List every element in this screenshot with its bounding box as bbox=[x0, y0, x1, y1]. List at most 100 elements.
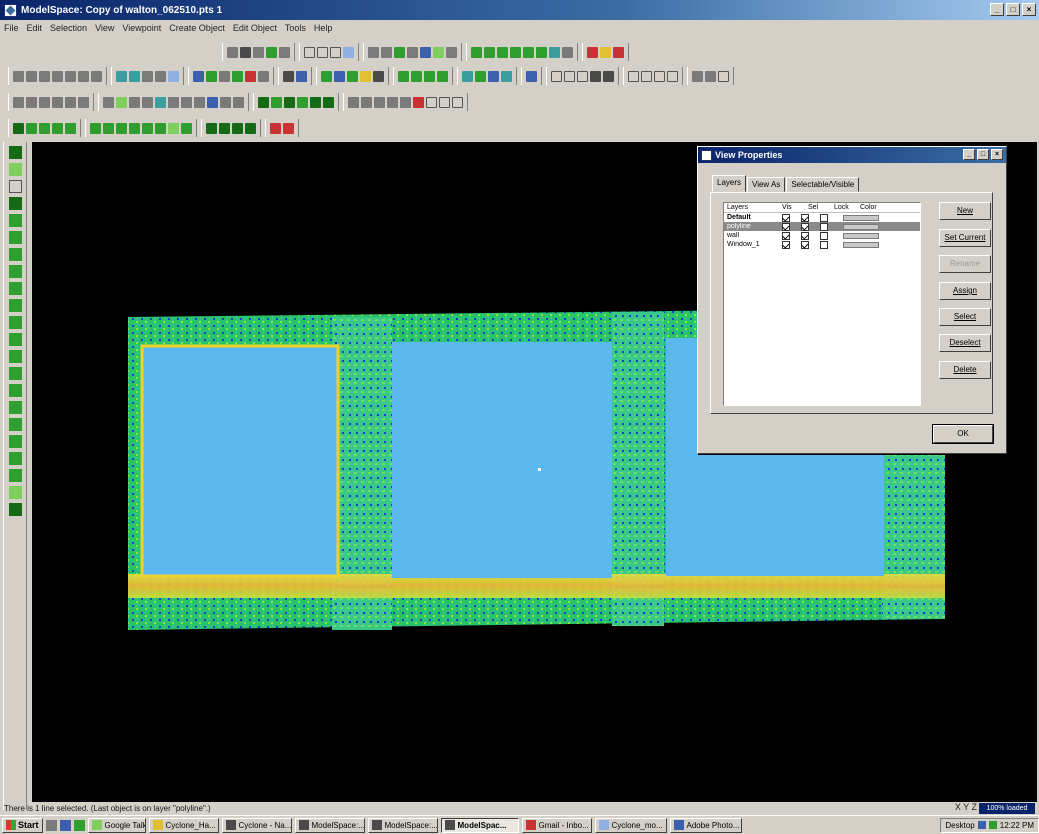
toolbar-icon[interactable] bbox=[279, 46, 290, 58]
task-button[interactable]: Cyclone_mo... bbox=[594, 817, 667, 833]
draw-tool-icon[interactable] bbox=[8, 146, 22, 159]
quicklaunch-icon[interactable] bbox=[59, 819, 71, 831]
toolbar-icon[interactable] bbox=[411, 70, 422, 82]
select-button[interactable]: Select bbox=[939, 308, 991, 326]
quicklaunch-icon[interactable] bbox=[45, 819, 57, 831]
toolbar-icon[interactable] bbox=[398, 70, 409, 82]
toolbar-icon[interactable] bbox=[65, 70, 76, 82]
toolbar-icon[interactable] bbox=[523, 46, 534, 58]
toolbar-icon[interactable] bbox=[368, 46, 379, 58]
selectable-checkbox[interactable] bbox=[801, 222, 809, 231]
layer-list[interactable]: Layers Vis Sel Lock Color Default polyli… bbox=[723, 202, 921, 406]
layer-color-swatch[interactable] bbox=[843, 214, 879, 221]
selectable-checkbox[interactable] bbox=[801, 231, 809, 240]
draw-tool-icon[interactable] bbox=[8, 231, 22, 244]
layer-row[interactable]: Default bbox=[724, 213, 920, 222]
rename-button[interactable]: Rename bbox=[939, 255, 991, 273]
draw-tool-icon[interactable] bbox=[8, 265, 22, 278]
dialog-minimize-button[interactable]: _ bbox=[963, 149, 975, 160]
toolbar-icon[interactable] bbox=[39, 70, 50, 82]
menu-edit-object[interactable]: Edit Object bbox=[233, 23, 277, 33]
toolbar-icon[interactable] bbox=[206, 70, 217, 82]
task-button[interactable]: ModelSpac... bbox=[440, 817, 519, 833]
draw-tool-icon[interactable] bbox=[8, 486, 22, 499]
col-sel[interactable]: Sel bbox=[806, 204, 832, 211]
draw-tool-icon[interactable] bbox=[8, 469, 22, 482]
toolbar-icon[interactable] bbox=[219, 70, 230, 82]
visible-checkbox[interactable] bbox=[782, 213, 790, 222]
toolbar-icon[interactable] bbox=[232, 70, 243, 82]
toolbar-icon[interactable] bbox=[283, 70, 294, 82]
toolbar-icon[interactable] bbox=[253, 46, 264, 58]
toolbar-icon[interactable] bbox=[207, 96, 218, 108]
selectable-checkbox[interactable] bbox=[801, 213, 809, 222]
toolbar-icon[interactable] bbox=[590, 70, 601, 82]
dialog-titlebar[interactable]: View Properties _ □ × bbox=[698, 147, 1006, 163]
toolbar-icon[interactable] bbox=[26, 122, 37, 134]
layer-color-swatch[interactable] bbox=[843, 223, 879, 230]
draw-tool-icon[interactable] bbox=[8, 418, 22, 431]
toolbar-icon[interactable] bbox=[13, 96, 24, 108]
toolbar-icon[interactable] bbox=[142, 70, 153, 82]
tab-view-as[interactable]: View As bbox=[747, 177, 786, 192]
toolbar-icon[interactable] bbox=[488, 70, 499, 82]
task-button[interactable]: Cyclone - Na... bbox=[221, 817, 292, 833]
toolbar-icon[interactable] bbox=[446, 46, 457, 58]
draw-tool-icon[interactable] bbox=[8, 503, 22, 516]
lock-checkbox[interactable] bbox=[820, 222, 828, 231]
draw-tool-icon[interactable] bbox=[8, 163, 22, 176]
toolbar-icon[interactable] bbox=[258, 96, 269, 108]
toolbar-icon[interactable] bbox=[310, 96, 321, 108]
start-button[interactable]: Start bbox=[2, 817, 43, 833]
toolbar-icon[interactable] bbox=[52, 70, 63, 82]
toolbar-icon[interactable] bbox=[13, 70, 24, 82]
menu-selection[interactable]: Selection bbox=[50, 23, 87, 33]
col-lock[interactable]: Lock bbox=[832, 204, 858, 211]
toolbar-icon[interactable] bbox=[628, 70, 639, 82]
dialog-close-button[interactable]: × bbox=[991, 149, 1003, 160]
col-layers[interactable]: Layers bbox=[724, 204, 780, 211]
toolbar-icon[interactable] bbox=[90, 122, 101, 134]
draw-tool-icon[interactable] bbox=[8, 367, 22, 380]
move-icon[interactable] bbox=[603, 70, 614, 82]
toolbar-icon[interactable] bbox=[330, 46, 341, 58]
toolbar-icon[interactable] bbox=[13, 122, 24, 134]
dialog-maximize-button[interactable]: □ bbox=[977, 149, 989, 160]
toolbar-icon[interactable] bbox=[240, 46, 251, 58]
paste-icon[interactable] bbox=[400, 96, 411, 108]
toolbar-icon[interactable] bbox=[168, 96, 179, 108]
draw-tool-icon[interactable] bbox=[8, 197, 22, 210]
toolbar-icon[interactable] bbox=[641, 70, 652, 82]
toolbar-icon[interactable] bbox=[270, 122, 281, 134]
toolbar-icon[interactable] bbox=[219, 122, 230, 134]
toolbar-icon[interactable] bbox=[39, 96, 50, 108]
tab-selectable-visible[interactable]: Selectable/Visible bbox=[786, 177, 860, 192]
toolbar-icon[interactable] bbox=[564, 70, 575, 82]
draw-tool-icon[interactable] bbox=[8, 248, 22, 261]
toolbar-icon[interactable] bbox=[692, 70, 703, 82]
copy-icon[interactable] bbox=[387, 96, 398, 108]
col-color[interactable]: Color bbox=[858, 204, 884, 211]
tray-icon[interactable] bbox=[988, 821, 997, 829]
toolbar-icon[interactable] bbox=[181, 96, 192, 108]
toolbar-icon[interactable] bbox=[471, 46, 482, 58]
draw-tool-icon[interactable] bbox=[8, 452, 22, 465]
tab-layers[interactable]: Layers bbox=[712, 175, 747, 192]
toolbar-icon[interactable] bbox=[284, 96, 295, 108]
toolbar-icon[interactable] bbox=[613, 46, 624, 58]
desktop-toolbar-label[interactable]: Desktop bbox=[945, 821, 974, 830]
toolbar-icon[interactable] bbox=[439, 96, 450, 108]
layer-row[interactable]: wall bbox=[724, 231, 920, 240]
ok-button[interactable]: OK bbox=[932, 424, 994, 444]
toolbar-icon[interactable] bbox=[296, 70, 307, 82]
task-button[interactable]: Gmail - Inbo... bbox=[521, 817, 592, 833]
toolbar-icon[interactable] bbox=[52, 122, 63, 134]
toolbar-icon[interactable] bbox=[266, 46, 277, 58]
toolbar-icon[interactable] bbox=[129, 70, 140, 82]
minimize-button[interactable]: _ bbox=[990, 3, 1004, 16]
toolbar-icon[interactable] bbox=[452, 96, 463, 108]
toolbar-icon[interactable] bbox=[667, 70, 678, 82]
toolbar-icon[interactable] bbox=[501, 70, 512, 82]
toolbar-icon[interactable] bbox=[437, 70, 448, 82]
task-button[interactable]: ModelSpace:... bbox=[294, 817, 365, 833]
